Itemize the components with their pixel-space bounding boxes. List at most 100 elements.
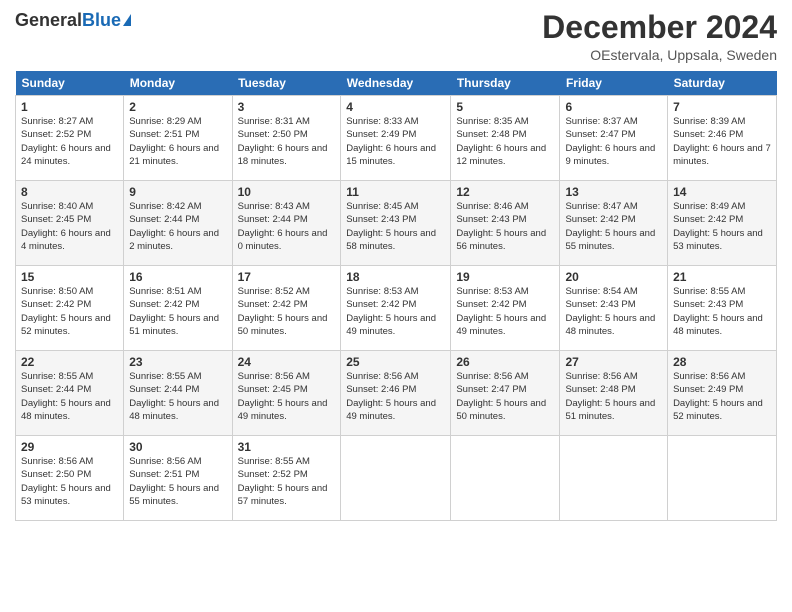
table-row: 11 Sunrise: 8:45 AMSunset: 2:43 PMDaylig… [341,181,451,266]
day-number: 25 [346,355,445,369]
day-info: Sunrise: 8:50 AMSunset: 2:42 PMDaylight:… [21,286,111,337]
table-row: 28 Sunrise: 8:56 AMSunset: 2:49 PMDaylig… [668,351,777,436]
day-info: Sunrise: 8:56 AMSunset: 2:46 PMDaylight:… [346,371,436,422]
day-info: Sunrise: 8:56 AMSunset: 2:50 PMDaylight:… [21,456,111,507]
calendar-week-row: 8 Sunrise: 8:40 AMSunset: 2:45 PMDayligh… [16,181,777,266]
day-number: 8 [21,185,118,199]
day-number: 28 [673,355,771,369]
day-number: 29 [21,440,118,454]
table-row [341,436,451,521]
location: OEstervala, Uppsala, Sweden [542,47,777,63]
logo-blue-text: Blue [82,10,131,31]
logo-general-text: General [15,10,82,31]
table-row: 30 Sunrise: 8:56 AMSunset: 2:51 PMDaylig… [124,436,232,521]
day-info: Sunrise: 8:55 AMSunset: 2:52 PMDaylight:… [238,456,328,507]
table-row: 27 Sunrise: 8:56 AMSunset: 2:48 PMDaylig… [560,351,668,436]
month-title: December 2024 [542,10,777,45]
calendar-week-row: 22 Sunrise: 8:55 AMSunset: 2:44 PMDaylig… [16,351,777,436]
logo-icon [123,14,131,26]
day-info: Sunrise: 8:33 AMSunset: 2:49 PMDaylight:… [346,116,436,167]
table-row: 23 Sunrise: 8:55 AMSunset: 2:44 PMDaylig… [124,351,232,436]
page-container: General Blue December 2024 OEstervala, U… [0,0,792,531]
table-row: 29 Sunrise: 8:56 AMSunset: 2:50 PMDaylig… [16,436,124,521]
table-row: 18 Sunrise: 8:53 AMSunset: 2:42 PMDaylig… [341,266,451,351]
day-number: 5 [456,100,554,114]
day-info: Sunrise: 8:40 AMSunset: 2:45 PMDaylight:… [21,201,111,252]
day-number: 2 [129,100,226,114]
day-info: Sunrise: 8:53 AMSunset: 2:42 PMDaylight:… [456,286,546,337]
day-info: Sunrise: 8:39 AMSunset: 2:46 PMDaylight:… [673,116,771,167]
day-number: 17 [238,270,336,284]
table-row: 16 Sunrise: 8:51 AMSunset: 2:42 PMDaylig… [124,266,232,351]
day-number: 27 [565,355,662,369]
table-row: 19 Sunrise: 8:53 AMSunset: 2:42 PMDaylig… [451,266,560,351]
table-row: 9 Sunrise: 8:42 AMSunset: 2:44 PMDayligh… [124,181,232,266]
day-info: Sunrise: 8:55 AMSunset: 2:44 PMDaylight:… [21,371,111,422]
day-number: 10 [238,185,336,199]
day-info: Sunrise: 8:52 AMSunset: 2:42 PMDaylight:… [238,286,328,337]
day-number: 24 [238,355,336,369]
calendar-header-row: Sunday Monday Tuesday Wednesday Thursday… [16,71,777,96]
table-row [668,436,777,521]
day-info: Sunrise: 8:42 AMSunset: 2:44 PMDaylight:… [129,201,219,252]
calendar-table: Sunday Monday Tuesday Wednesday Thursday… [15,71,777,521]
table-row: 14 Sunrise: 8:49 AMSunset: 2:42 PMDaylig… [668,181,777,266]
day-number: 26 [456,355,554,369]
day-number: 15 [21,270,118,284]
title-area: December 2024 OEstervala, Uppsala, Swede… [542,10,777,63]
col-wednesday: Wednesday [341,71,451,96]
day-number: 16 [129,270,226,284]
col-monday: Monday [124,71,232,96]
col-saturday: Saturday [668,71,777,96]
table-row: 20 Sunrise: 8:54 AMSunset: 2:43 PMDaylig… [560,266,668,351]
day-info: Sunrise: 8:56 AMSunset: 2:49 PMDaylight:… [673,371,763,422]
day-info: Sunrise: 8:55 AMSunset: 2:43 PMDaylight:… [673,286,763,337]
table-row [451,436,560,521]
table-row: 3 Sunrise: 8:31 AMSunset: 2:50 PMDayligh… [232,96,341,181]
day-number: 3 [238,100,336,114]
col-tuesday: Tuesday [232,71,341,96]
table-row: 10 Sunrise: 8:43 AMSunset: 2:44 PMDaylig… [232,181,341,266]
table-row: 24 Sunrise: 8:56 AMSunset: 2:45 PMDaylig… [232,351,341,436]
table-row [560,436,668,521]
day-number: 30 [129,440,226,454]
day-number: 22 [21,355,118,369]
table-row: 1 Sunrise: 8:27 AMSunset: 2:52 PMDayligh… [16,96,124,181]
day-number: 18 [346,270,445,284]
day-info: Sunrise: 8:35 AMSunset: 2:48 PMDaylight:… [456,116,546,167]
day-info: Sunrise: 8:27 AMSunset: 2:52 PMDaylight:… [21,116,111,167]
col-friday: Friday [560,71,668,96]
table-row: 15 Sunrise: 8:50 AMSunset: 2:42 PMDaylig… [16,266,124,351]
day-number: 4 [346,100,445,114]
day-number: 6 [565,100,662,114]
calendar-week-row: 15 Sunrise: 8:50 AMSunset: 2:42 PMDaylig… [16,266,777,351]
col-thursday: Thursday [451,71,560,96]
day-number: 20 [565,270,662,284]
day-number: 31 [238,440,336,454]
day-info: Sunrise: 8:43 AMSunset: 2:44 PMDaylight:… [238,201,328,252]
logo: General Blue [15,10,131,31]
day-info: Sunrise: 8:55 AMSunset: 2:44 PMDaylight:… [129,371,219,422]
table-row: 6 Sunrise: 8:37 AMSunset: 2:47 PMDayligh… [560,96,668,181]
day-info: Sunrise: 8:56 AMSunset: 2:48 PMDaylight:… [565,371,655,422]
day-info: Sunrise: 8:45 AMSunset: 2:43 PMDaylight:… [346,201,436,252]
calendar-week-row: 29 Sunrise: 8:56 AMSunset: 2:50 PMDaylig… [16,436,777,521]
table-row: 17 Sunrise: 8:52 AMSunset: 2:42 PMDaylig… [232,266,341,351]
day-info: Sunrise: 8:49 AMSunset: 2:42 PMDaylight:… [673,201,763,252]
day-info: Sunrise: 8:37 AMSunset: 2:47 PMDaylight:… [565,116,655,167]
header: General Blue December 2024 OEstervala, U… [15,10,777,63]
table-row: 7 Sunrise: 8:39 AMSunset: 2:46 PMDayligh… [668,96,777,181]
table-row: 22 Sunrise: 8:55 AMSunset: 2:44 PMDaylig… [16,351,124,436]
day-info: Sunrise: 8:56 AMSunset: 2:47 PMDaylight:… [456,371,546,422]
day-info: Sunrise: 8:46 AMSunset: 2:43 PMDaylight:… [456,201,546,252]
table-row: 21 Sunrise: 8:55 AMSunset: 2:43 PMDaylig… [668,266,777,351]
day-number: 19 [456,270,554,284]
day-info: Sunrise: 8:31 AMSunset: 2:50 PMDaylight:… [238,116,328,167]
day-number: 14 [673,185,771,199]
calendar-week-row: 1 Sunrise: 8:27 AMSunset: 2:52 PMDayligh… [16,96,777,181]
day-info: Sunrise: 8:56 AMSunset: 2:45 PMDaylight:… [238,371,328,422]
day-number: 9 [129,185,226,199]
table-row: 4 Sunrise: 8:33 AMSunset: 2:49 PMDayligh… [341,96,451,181]
day-info: Sunrise: 8:51 AMSunset: 2:42 PMDaylight:… [129,286,219,337]
day-info: Sunrise: 8:56 AMSunset: 2:51 PMDaylight:… [129,456,219,507]
